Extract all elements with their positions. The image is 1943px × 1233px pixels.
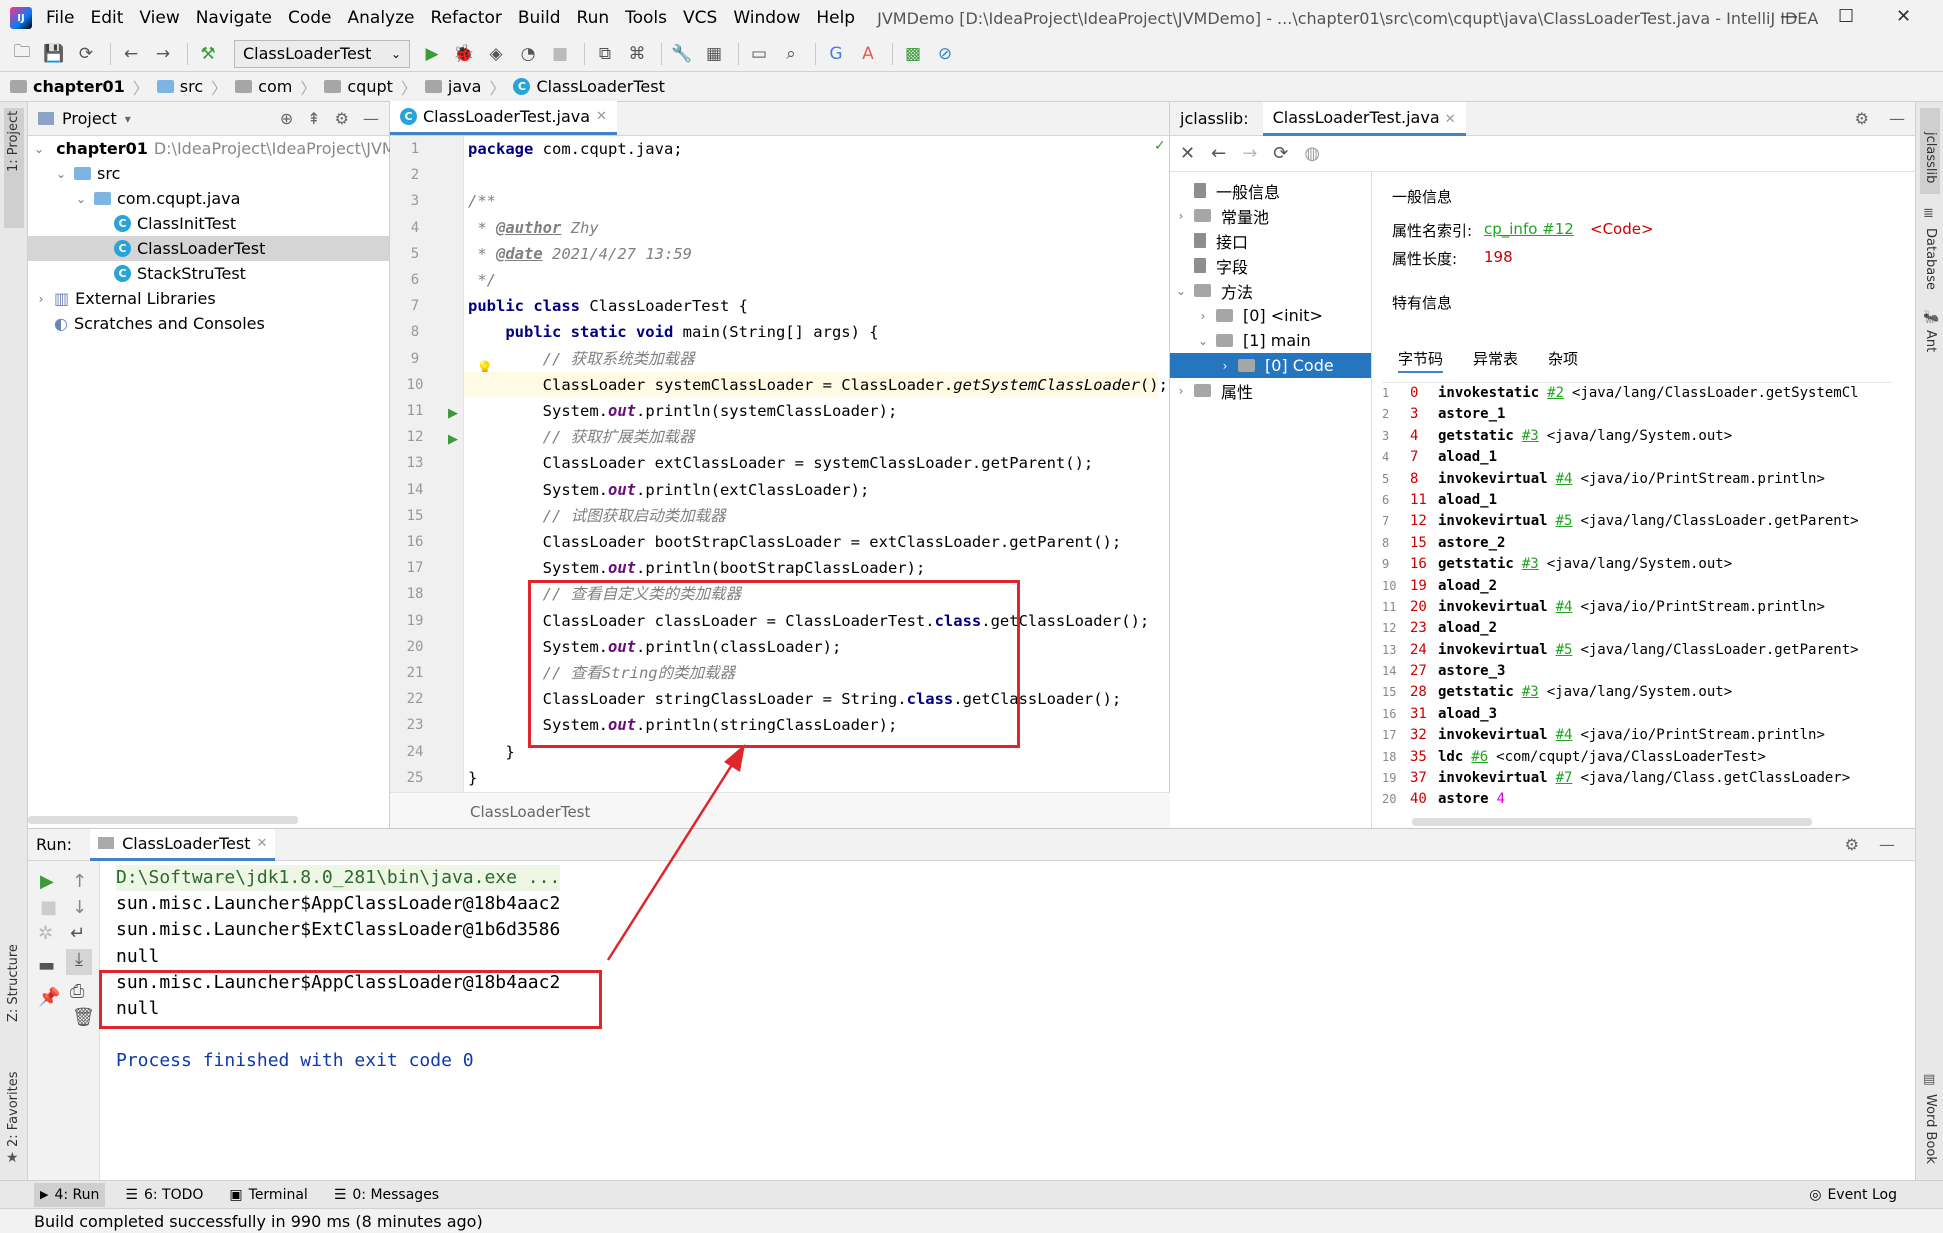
tab-run-tool[interactable]: ▶ 4: Run bbox=[34, 1182, 106, 1207]
event-log-icon: ◎ bbox=[1809, 1186, 1822, 1203]
status-text: Build completed successfully in 990 ms (… bbox=[34, 1212, 483, 1231]
tab-messages-tool[interactable]: ☰ 0: Messages bbox=[328, 1183, 445, 1207]
status-bar: Build completed successfully in 990 ms (… bbox=[0, 1208, 1943, 1233]
annotation-arrow bbox=[606, 744, 745, 961]
tab-todo-tool[interactable]: ☰ 6: TODO bbox=[119, 1183, 209, 1207]
bottom-tool-tabs: ▶ 4: Run ☰ 6: TODO ▣ Terminal ☰ 0: Messages … bbox=[0, 1180, 1943, 1208]
list-icon: ☰ bbox=[125, 1186, 138, 1203]
terminal-icon: ▣ bbox=[229, 1186, 243, 1203]
run-icon: ▶ bbox=[40, 1188, 49, 1201]
messages-icon: ☰ bbox=[333, 1186, 347, 1203]
event-log-tool[interactable]: ◎ Event Log bbox=[1803, 1183, 1903, 1207]
tab-terminal-tool[interactable]: ▣ Terminal bbox=[223, 1183, 313, 1207]
